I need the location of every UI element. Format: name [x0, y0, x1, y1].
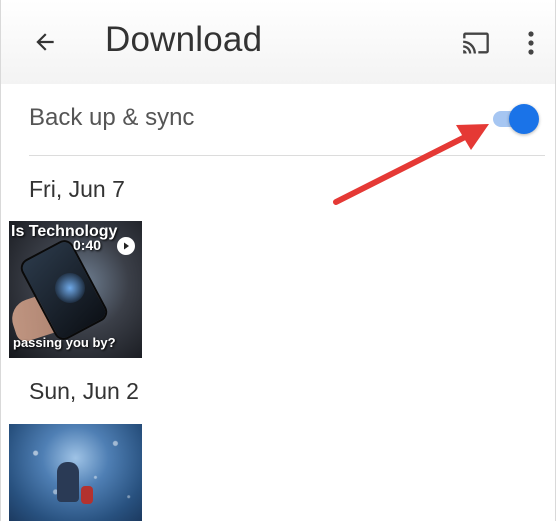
arrow-left-icon — [36, 33, 54, 51]
diver-figure — [57, 462, 79, 502]
page-title: Download — [105, 20, 263, 59]
video-thumbnail[interactable]: Is Technology 0:40 passing you by? — [9, 221, 142, 358]
date-header: Fri, Jun 7 — [29, 176, 125, 202]
backup-sync-label: Back up & sync — [29, 104, 195, 131]
more-options-button[interactable] — [517, 25, 545, 61]
cast-button[interactable] — [457, 27, 495, 59]
divider — [29, 155, 545, 156]
phone-screen-glow — [55, 273, 85, 303]
backup-sync-row[interactable]: Back up & sync — [1, 84, 555, 156]
cast-icon — [463, 32, 489, 54]
back-button[interactable] — [27, 24, 63, 60]
more-vert-icon — [528, 31, 534, 55]
date-header: Sun, Jun 2 — [29, 378, 139, 404]
play-icon — [117, 237, 135, 255]
toggle-thumb — [509, 104, 539, 134]
video-caption-bottom: passing you by? — [13, 335, 116, 350]
photo-thumbnail[interactable] — [9, 424, 142, 521]
toolbar: Download — [1, 0, 555, 84]
red-object — [81, 486, 93, 504]
app-screen: Download Back up & sync Fri, Jun 7 Is Te… — [0, 0, 556, 521]
video-caption-top: Is Technology — [11, 223, 118, 240]
video-duration: 0:40 — [73, 237, 102, 253]
sync-toggle[interactable] — [493, 102, 543, 136]
